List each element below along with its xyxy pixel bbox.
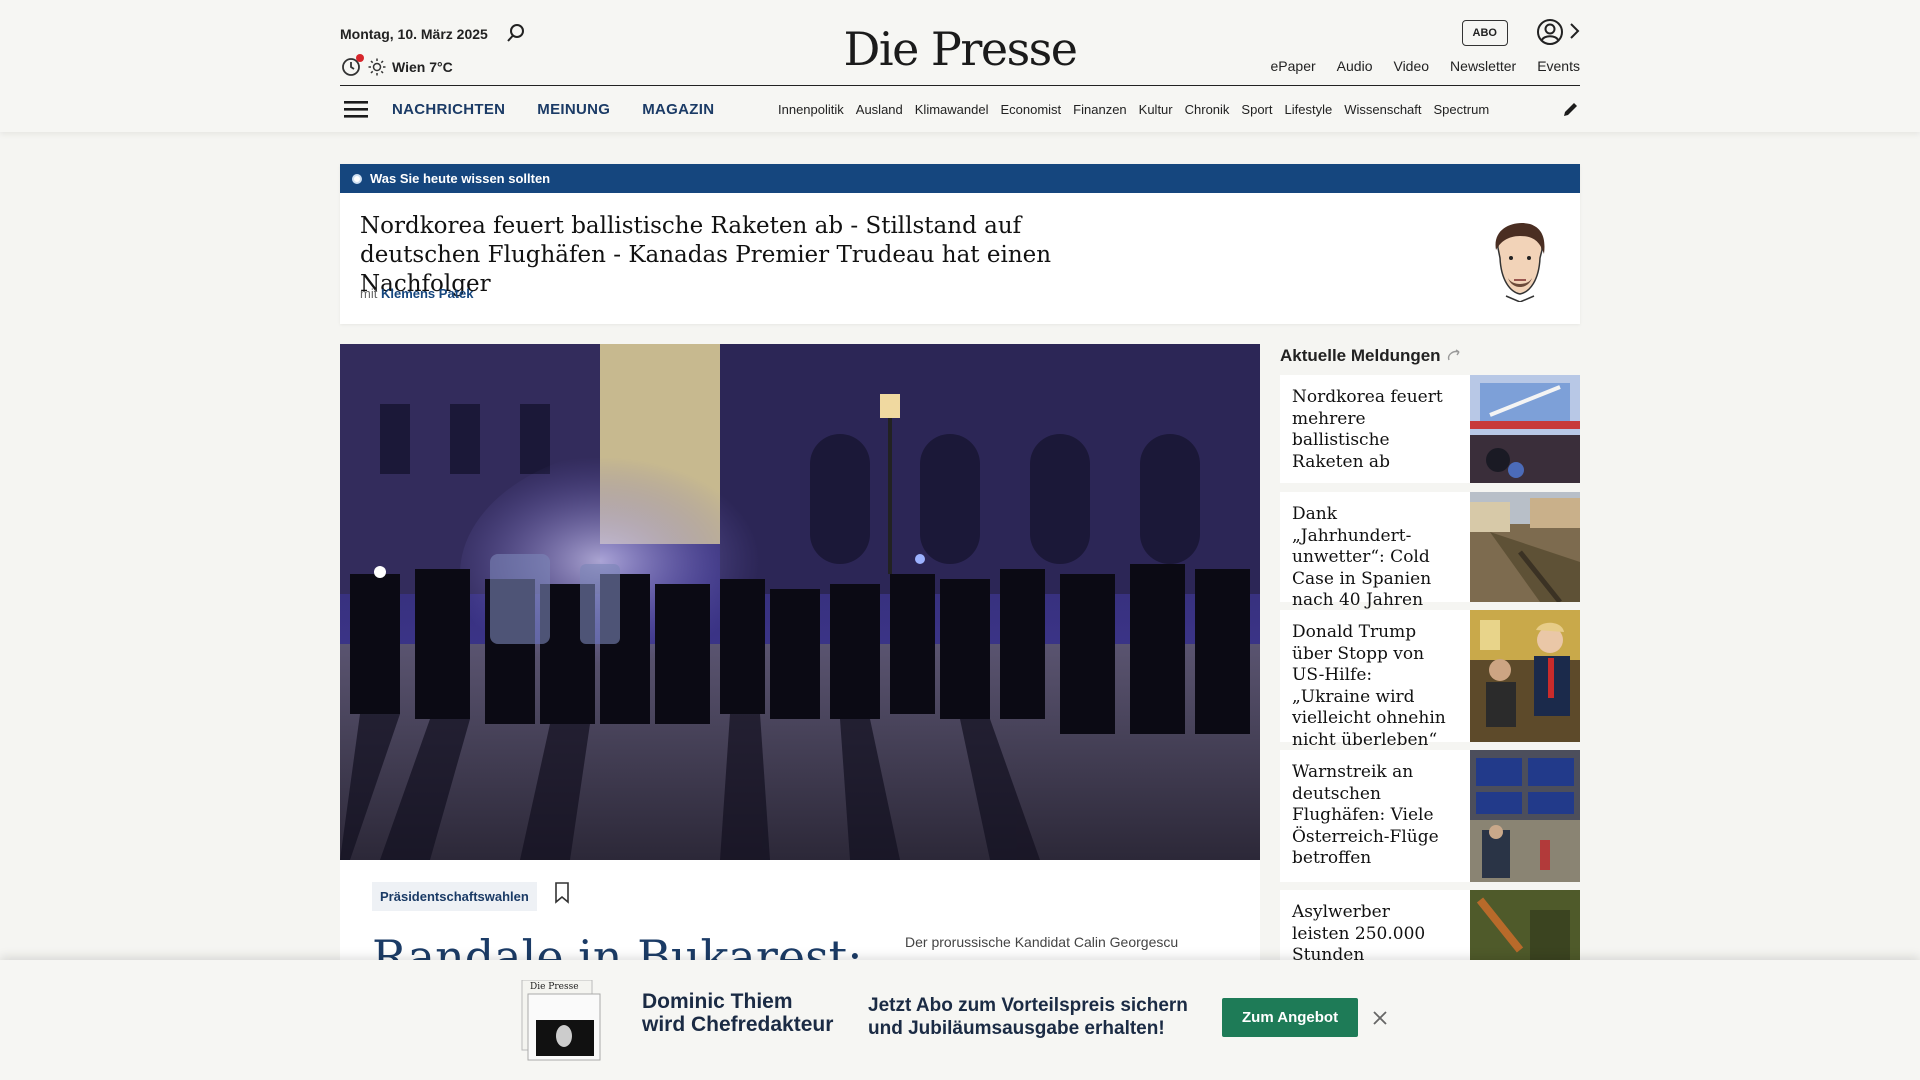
hero-photo [340, 344, 1260, 860]
user-icon[interactable] [1536, 18, 1564, 46]
live-dot-icon [352, 173, 362, 184]
link-newsletter[interactable]: Newsletter [1450, 58, 1516, 74]
section-nav: Innenpolitik Ausland Klimawandel Economi… [778, 86, 1598, 132]
site-header: Montag, 10. März 2025 Wien 7°C Die Press… [0, 0, 1920, 132]
nav-meinung[interactable]: MEINUNG [537, 101, 610, 118]
nav-chronik[interactable]: Chronik [1185, 102, 1230, 117]
link-epaper[interactable]: ePaper [1271, 58, 1316, 74]
close-icon[interactable] [1372, 1010, 1388, 1026]
sidebar-heading-label: Aktuelle Meldungen [1280, 346, 1441, 365]
link-video[interactable]: Video [1393, 58, 1429, 74]
briefing-byline: mit Klemens Patek [360, 286, 473, 301]
hero-teaser: Der prorussische Kandidat Calin Georgesc… [905, 934, 1179, 950]
subscription-promo-banner: Die Presse Dominic Thiem wird Chefredakt… [0, 960, 1920, 1080]
promo-paper-logo: Die Presse [530, 982, 579, 992]
pencil-icon[interactable] [1562, 100, 1580, 118]
sun-icon [368, 58, 386, 76]
clock-icon[interactable] [340, 54, 364, 78]
byline-author[interactable]: Klemens Patek [381, 286, 474, 301]
author-portrait [1495, 223, 1545, 302]
news-item-thumbnail [1470, 750, 1580, 882]
weather-label: Wien 7°C [392, 59, 453, 75]
nav-spectrum[interactable]: Spectrum [1434, 102, 1490, 117]
news-item-title[interactable]: Donald Trump über Stopp von US-Hilfe: „U… [1292, 622, 1452, 751]
promo-cta-button[interactable]: Zum Angebot [1222, 998, 1359, 1037]
hero-tag[interactable]: Präsidentschaftswahlen [372, 882, 537, 911]
news-item-title[interactable]: Warnstreik an deutschen Flughäfen: Viele… [1292, 762, 1452, 870]
nav-economist[interactable]: Economist [1000, 102, 1061, 117]
briefing-headline[interactable]: Nordkorea feuert ballistische Raketen ab… [360, 212, 1120, 299]
site-logo[interactable]: Die Presse [843, 22, 1078, 76]
search-icon[interactable] [505, 22, 527, 44]
nav-innenpolitik[interactable]: Innenpolitik [778, 102, 844, 117]
nav-magazin[interactable]: MAGAZIN [642, 101, 714, 118]
nav-klimawandel[interactable]: Klimawandel [915, 102, 989, 117]
header-inner: Montag, 10. März 2025 Wien 7°C Die Press… [340, 0, 1580, 132]
link-audio[interactable]: Audio [1337, 58, 1373, 74]
news-item-thumbnail [1470, 610, 1580, 742]
byline-prefix: mit [360, 286, 378, 301]
news-item-thumbnail [1470, 492, 1580, 602]
nav-sport[interactable]: Sport [1241, 102, 1272, 117]
link-events[interactable]: Events [1537, 58, 1580, 74]
hamburger-menu-icon[interactable] [344, 99, 368, 119]
chevron-right-icon[interactable] [1568, 22, 1580, 40]
news-item-title[interactable]: Asylwerber leisten 250.000 Stunden gemei… [1292, 902, 1452, 960]
news-item[interactable]: Asylwerber leisten 250.000 Stunden gemei… [1280, 890, 1580, 960]
nav-wissenschaft[interactable]: Wissenschaft [1344, 102, 1421, 117]
current-date: Montag, 10. März 2025 [340, 26, 488, 42]
news-item[interactable]: Donald Trump über Stopp von US-Hilfe: „U… [1280, 610, 1580, 750]
hero-image[interactable] [340, 344, 1260, 860]
news-item-thumbnail [1470, 375, 1580, 483]
main-navigation: NACHRICHTEN MEINUNG MAGAZIN Innenpolitik… [340, 86, 1580, 132]
primary-nav: NACHRICHTEN MEINUNG MAGAZIN [392, 101, 714, 118]
briefing-label: Was Sie heute wissen sollten [370, 171, 551, 186]
nav-kultur[interactable]: Kultur [1139, 102, 1173, 117]
news-item[interactable]: Dank „Jahrhundert­unwetter“: Cold Case i… [1280, 492, 1580, 632]
notification-dot [356, 54, 364, 62]
news-item-thumbnail [1470, 890, 1580, 960]
newspaper-image [521, 980, 601, 1061]
top-links: ePaper Audio Video Newsletter Events [1271, 58, 1580, 74]
nav-ausland[interactable]: Ausland [856, 102, 903, 117]
promo-offer-text: Jetzt Abo zum Vorteilspreis sichern und … [868, 995, 1188, 1039]
weather-widget[interactable]: Wien 7°C [340, 54, 453, 78]
news-item[interactable]: Warnstreik an deutschen Flughäfen: Viele… [1280, 750, 1580, 882]
promo-headline: Dominic Thiem wird Chefredakteur [642, 990, 834, 1036]
sidebar-heading: Aktuelle Meldungen [1280, 346, 1461, 366]
briefing-bar: Was Sie heute wissen sollten [340, 164, 1580, 193]
daily-briefing[interactable]: Was Sie heute wissen sollten Nordkorea f… [340, 164, 1580, 324]
abo-button[interactable]: ABO [1461, 20, 1508, 46]
nav-finanzen[interactable]: Finanzen [1073, 102, 1126, 117]
news-item-title[interactable]: Nordkorea feuert mehrere ballistische Ra… [1292, 387, 1452, 473]
news-item[interactable]: Nordkorea feuert mehrere ballistische Ra… [1280, 375, 1580, 483]
refresh-icon [1447, 349, 1460, 361]
nav-lifestyle[interactable]: Lifestyle [1285, 102, 1333, 117]
bookmark-icon[interactable] [554, 882, 570, 904]
nav-fade [1530, 94, 1560, 124]
nav-nachrichten[interactable]: NACHRICHTEN [392, 101, 505, 118]
